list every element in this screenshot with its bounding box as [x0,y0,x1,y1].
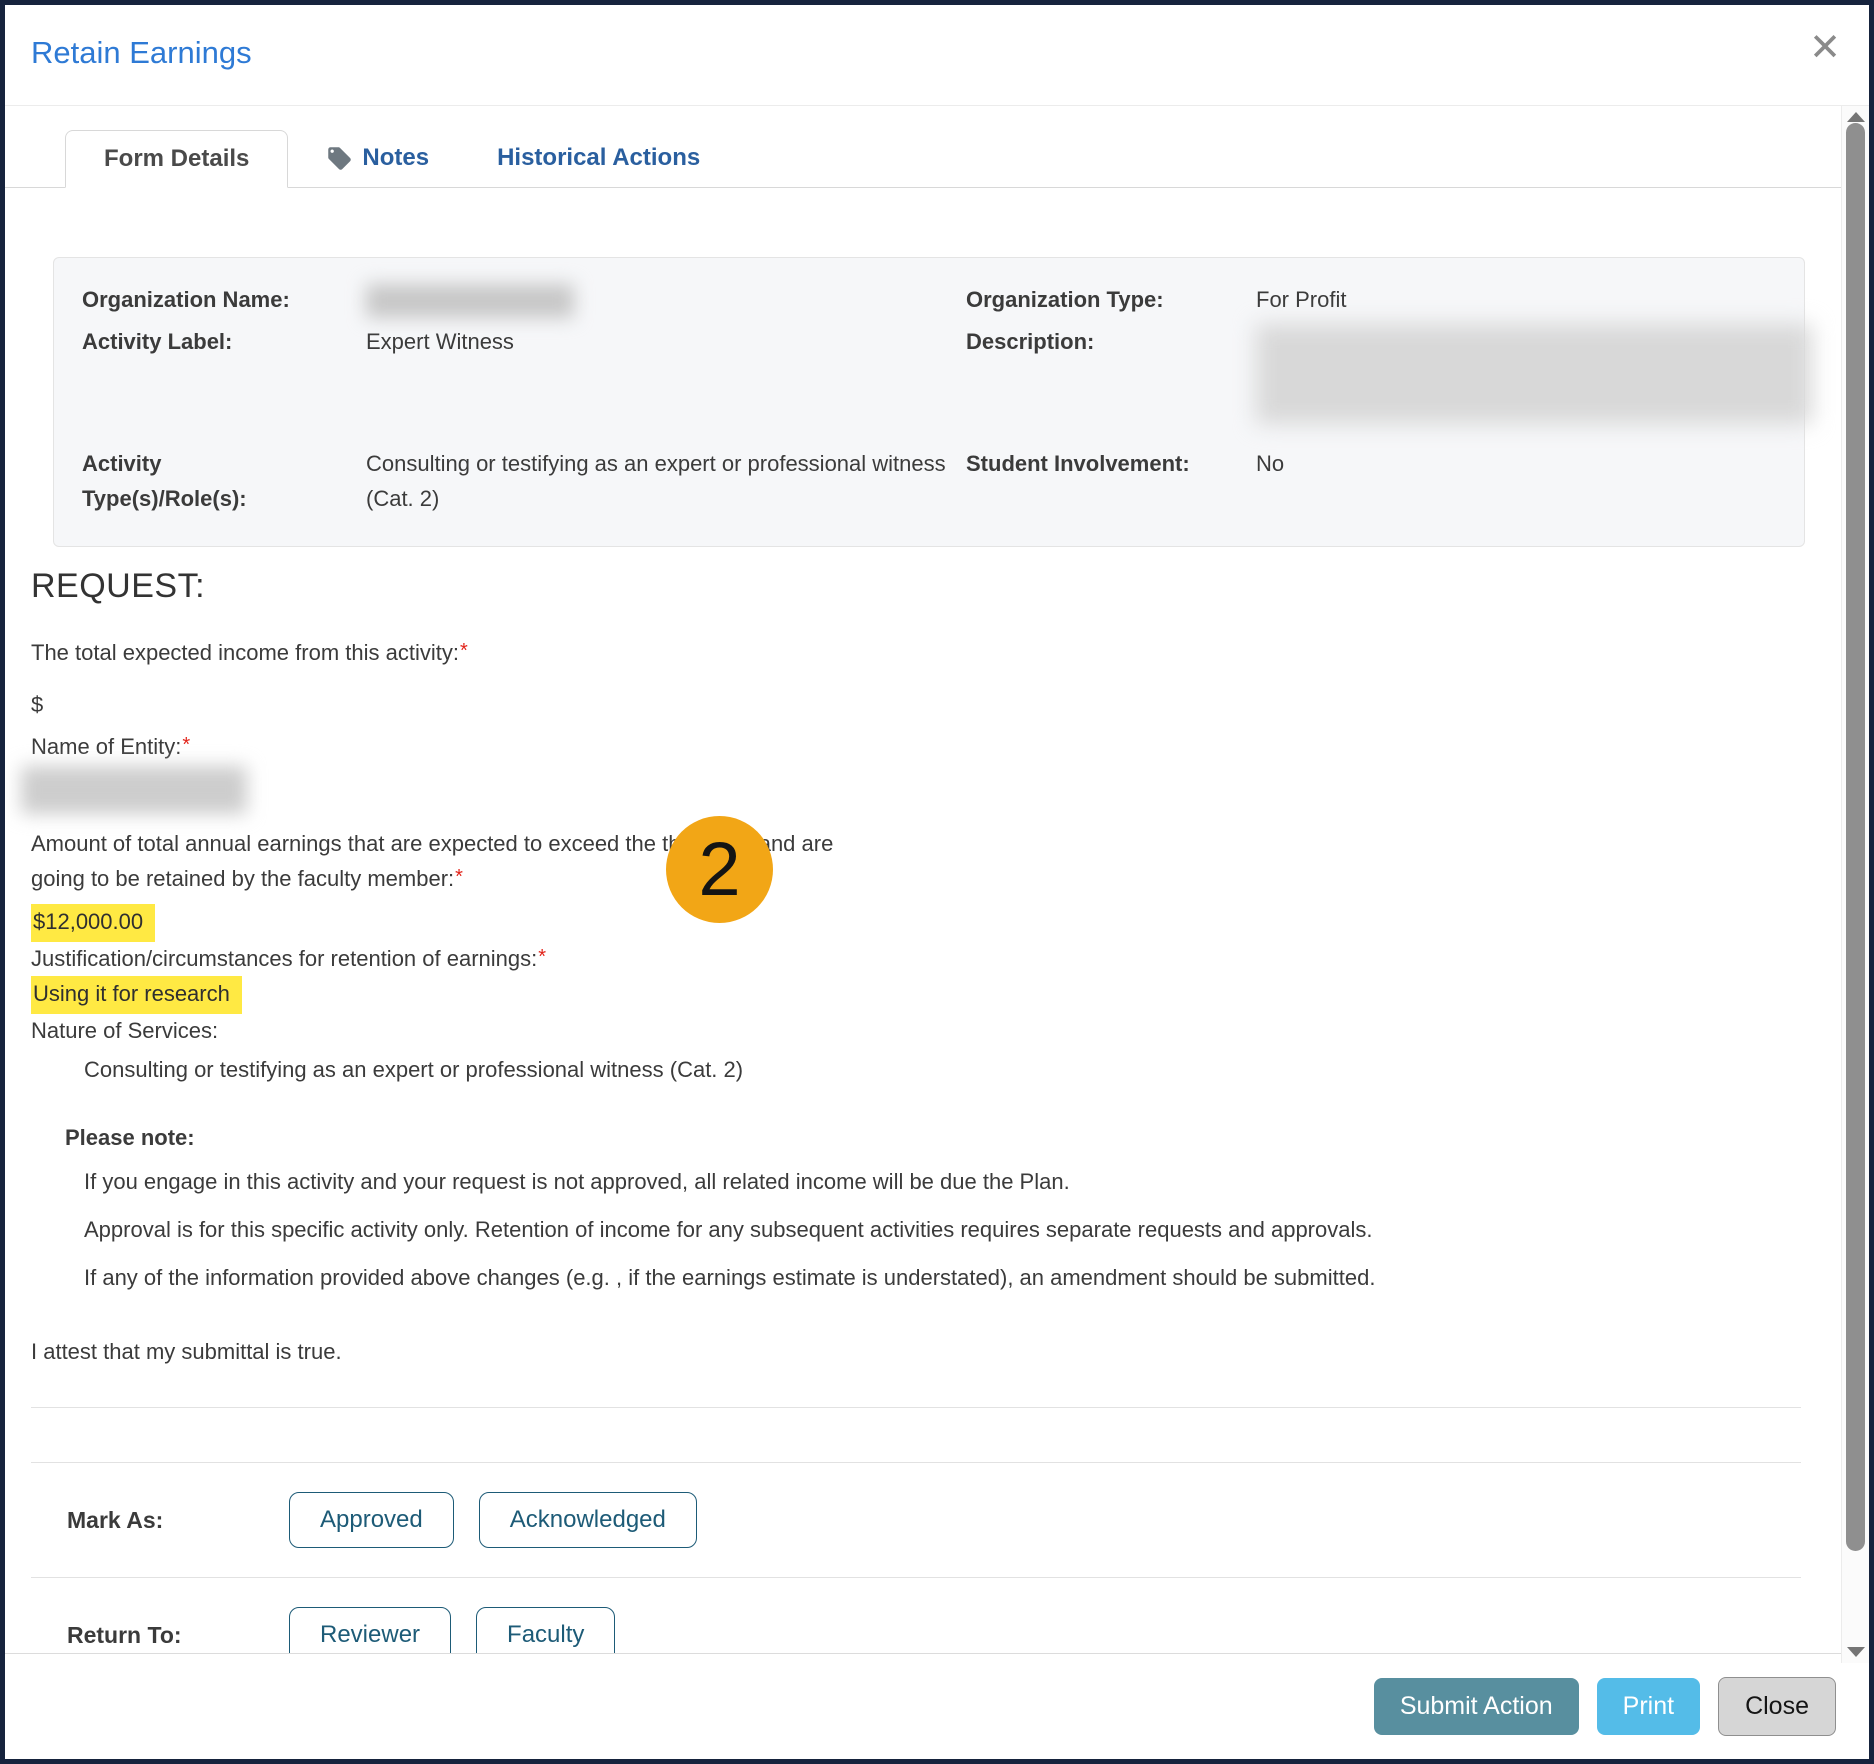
justification-label: Justification/circumstances for retentio… [31,946,1801,972]
amount-value-highlighted: $12,000.00 [31,904,155,942]
vertical-scrollbar[interactable] [1841,106,1869,1663]
annotation-badge-2: 2 [666,816,773,923]
activity-type-label: Activity Type(s)/Role(s): [82,446,366,516]
tab-notes-label: Notes [362,144,429,172]
note-item: Approval is for this specific activity o… [84,1212,1801,1247]
activity-type-value: Consulting or testifying as an expert or… [366,446,966,516]
tab-bar: Form Details Notes Historical Actions [5,106,1841,188]
return-to-row: Return To: Reviewer Faculty [31,1578,1801,1653]
total-income-label: The total expected income from this acti… [31,640,1801,666]
org-name-label: Organization Name: [82,282,366,318]
justification-value-wrap: Using it for research [31,976,1801,1014]
mark-as-row: Mark As: Approved Acknowledged [31,1463,1801,1578]
scroll-down-arrow-icon[interactable] [1847,1647,1865,1657]
activity-label-label: Activity Label: [82,324,366,424]
tab-historical-actions-label: Historical Actions [497,144,700,172]
tab-form-details-label: Form Details [104,145,249,173]
please-note-section: Please note: If you engage in this activ… [31,1125,1801,1295]
faculty-button[interactable]: Faculty [476,1607,615,1653]
modal-footer: Submit Action Print Close [5,1653,1869,1759]
tab-historical-actions[interactable]: Historical Actions [467,129,730,187]
currency-symbol: $ [31,692,1801,718]
org-type-label: Organization Type: [966,282,1256,318]
required-asterisk: * [538,946,546,968]
description-label: Description: [966,324,1256,424]
please-note-heading: Please note: [65,1125,1801,1151]
student-involvement-label: Student Involvement: [966,446,1256,516]
justification-value-highlighted: Using it for research [31,976,242,1014]
note-item: If you engage in this activity and your … [84,1164,1801,1199]
print-button[interactable]: Print [1597,1678,1700,1735]
close-icon[interactable]: ✕ [1809,29,1841,67]
approved-button[interactable]: Approved [289,1492,454,1548]
amount-value-wrap: $12,000.00 [31,904,1801,942]
scroll-up-arrow-icon[interactable] [1847,112,1865,122]
close-button[interactable]: Close [1718,1677,1836,1736]
acknowledged-button[interactable]: Acknowledged [479,1492,697,1548]
form-details-content: Organization Name: Organization Type: Fo… [5,188,1841,1653]
submit-action-button[interactable]: Submit Action [1374,1678,1579,1735]
required-asterisk: * [182,734,190,756]
scrollbar-thumb[interactable] [1846,123,1865,1551]
request-heading: REQUEST: [31,567,1801,606]
activity-info-panel: Organization Name: Organization Type: Fo… [53,257,1805,547]
required-asterisk: * [460,640,468,662]
tag-icon [326,145,353,172]
modal-title: Retain Earnings [31,35,252,71]
entity-name-label: Name of Entity:* [31,734,1801,760]
attest-statement: I attest that my submittal is true. [31,1339,1801,1365]
nature-of-services-value: Consulting or testifying as an expert or… [84,1057,1801,1083]
org-type-value: For Profit [1256,282,1812,318]
tab-form-details[interactable]: Form Details [65,130,288,188]
amount-label: Amount of total annual earnings that are… [31,826,931,898]
retain-earnings-modal: Retain Earnings ✕ Form Details Notes His… [0,0,1874,1764]
tab-notes[interactable]: Notes [296,129,459,187]
nature-of-services-label: Nature of Services: [31,1018,1801,1044]
student-involvement-value: No [1256,446,1812,516]
mark-as-label: Mark As: [67,1507,289,1534]
description-redacted-value [1256,324,1812,424]
reviewer-button[interactable]: Reviewer [289,1607,451,1653]
modal-header: Retain Earnings ✕ [5,5,1869,106]
section-divider [31,1408,1801,1463]
required-asterisk: * [455,866,463,888]
note-item: If any of the information provided above… [84,1260,1801,1295]
return-to-label: Return To: [67,1622,289,1649]
org-name-redacted-value [366,284,574,318]
entity-name-redacted-value [21,766,247,814]
activity-label-value: Expert Witness [366,324,966,424]
request-section: REQUEST: The total expected income from … [31,567,1801,1653]
